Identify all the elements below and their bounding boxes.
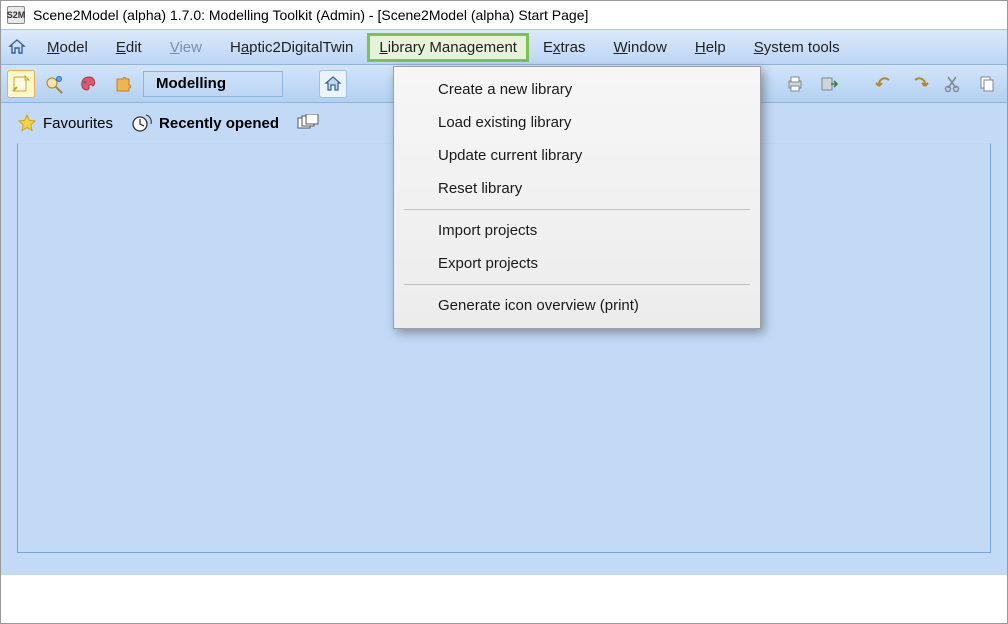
titlebar: S2M Scene2Model (alpha) 1.7.0: Modelling…	[1, 1, 1007, 29]
tool-export-icon[interactable]	[815, 70, 843, 98]
menu-window[interactable]: Window	[599, 31, 680, 64]
menu-separator	[404, 209, 750, 210]
recently-opened-label: Recently opened	[159, 115, 279, 132]
menu-model[interactable]: Model	[33, 31, 102, 64]
favourites-item[interactable]: Favourites	[17, 113, 113, 133]
menubar-home-icon[interactable]	[7, 37, 27, 57]
menu-edit[interactable]: Edit	[102, 31, 156, 64]
menu-libmgmt[interactable]: Library Management	[367, 33, 529, 62]
windows-item[interactable]	[297, 114, 319, 132]
window-title: Scene2Model (alpha) 1.7.0: Modelling Too…	[33, 7, 588, 23]
recent-icon	[131, 113, 153, 133]
menu-item-load-existing-library[interactable]: Load existing library	[394, 106, 760, 139]
tool-new-icon[interactable]	[7, 70, 35, 98]
menu-item-reset-library[interactable]: Reset library	[394, 172, 760, 205]
library-management-menu: Create a new libraryLoad existing librar…	[393, 66, 761, 329]
menu-item-update-current-library[interactable]: Update current library	[394, 139, 760, 172]
tool-cut-icon[interactable]	[939, 70, 967, 98]
menu-item-export-projects[interactable]: Export projects	[394, 247, 760, 280]
tool-open-icon[interactable]	[41, 70, 69, 98]
menu-item-import-projects[interactable]: Import projects	[394, 214, 760, 247]
tool-puzzle-icon[interactable]	[109, 70, 137, 98]
favourites-label: Favourites	[43, 115, 113, 132]
menu-item-generate-icon-overview-print[interactable]: Generate icon overview (print)	[394, 289, 760, 322]
menubar: ModelEditViewHaptic2DigitalTwinLibrary M…	[1, 29, 1007, 65]
tool-redo-icon[interactable]	[905, 70, 933, 98]
star-icon	[17, 113, 37, 133]
tool-palette-icon[interactable]	[75, 70, 103, 98]
menu-item-create-a-new-library[interactable]: Create a new library	[394, 73, 760, 106]
app-icon: S2M	[7, 6, 25, 24]
cascade-windows-icon	[297, 114, 319, 132]
menu-help[interactable]: Help	[681, 31, 740, 64]
tool-copy-icon[interactable]	[973, 70, 1001, 98]
menu-systools[interactable]: System tools	[740, 31, 854, 64]
tool-undo-icon[interactable]	[871, 70, 899, 98]
recently-opened-item[interactable]: Recently opened	[131, 113, 279, 133]
menu-extras[interactable]: Extras	[529, 31, 600, 64]
menu-view: View	[156, 31, 216, 64]
tool-print-icon[interactable]	[781, 70, 809, 98]
modelling-field[interactable]: Modelling	[143, 71, 283, 97]
tool-home-icon[interactable]	[319, 70, 347, 98]
menu-h2dt[interactable]: Haptic2DigitalTwin	[216, 31, 367, 64]
menu-separator	[404, 284, 750, 285]
